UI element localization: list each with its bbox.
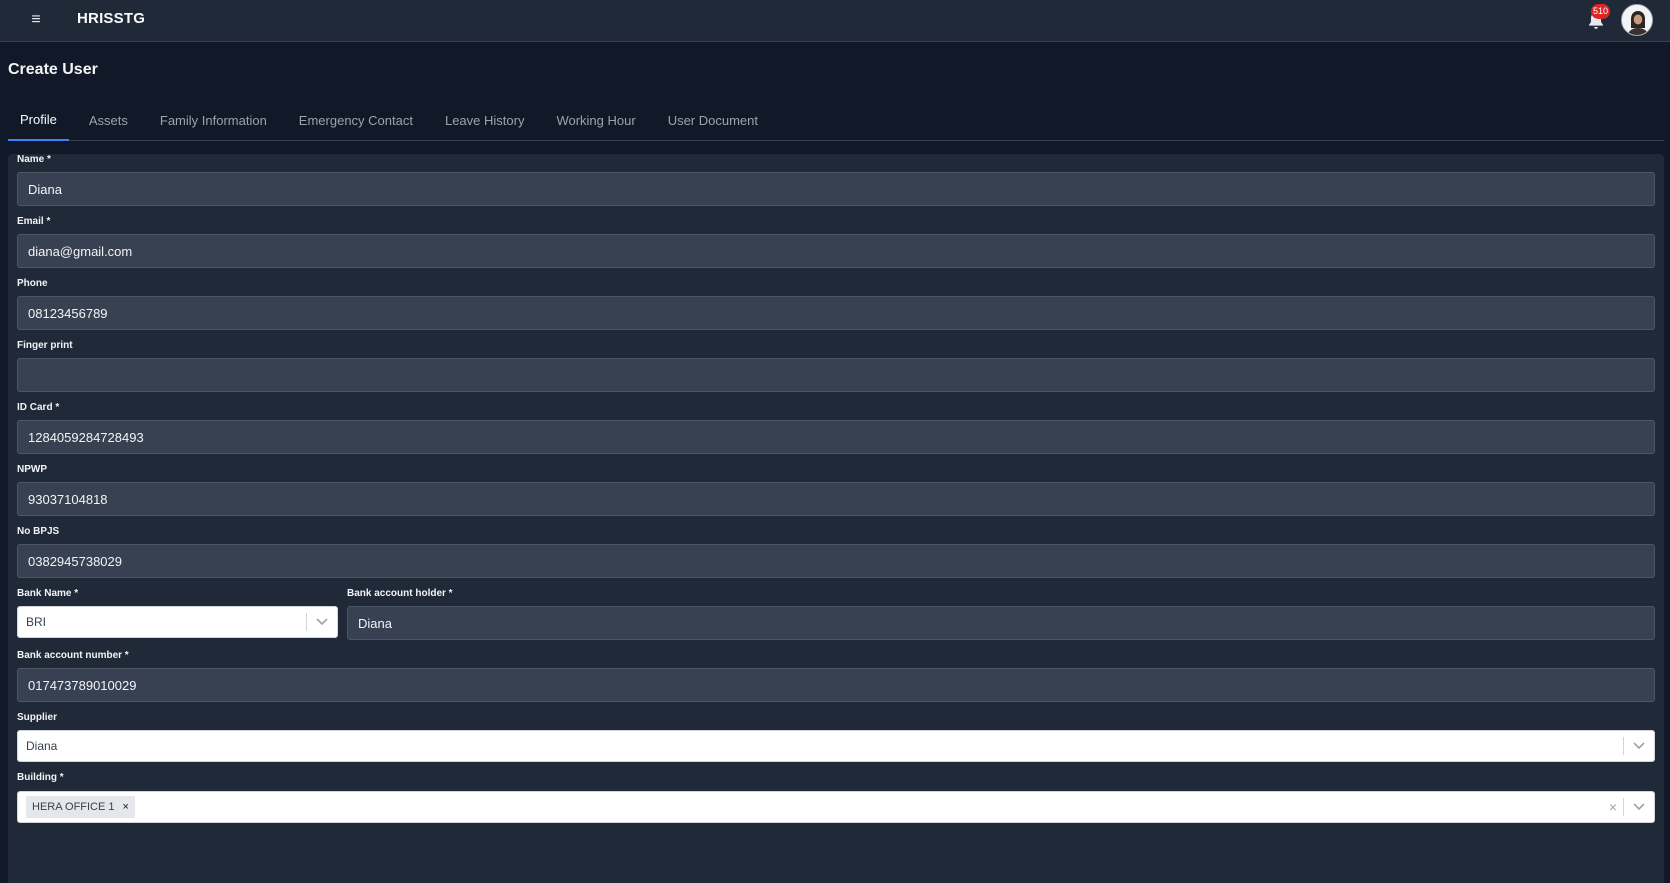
finger-print-input[interactable]: [17, 358, 1655, 392]
supplier-value: Diana: [26, 739, 58, 753]
notification-badge: 510: [1591, 4, 1611, 19]
user-avatar[interactable]: [1621, 4, 1653, 36]
finger-print-label: Finger print: [17, 340, 73, 351]
remove-chip-icon[interactable]: ×: [123, 801, 129, 813]
tab-leave-history[interactable]: Leave History: [433, 100, 536, 141]
close-icon[interactable]: ×: [1603, 792, 1623, 822]
phone-label: Phone: [17, 278, 48, 289]
no-bpjs-label: No BPJS: [17, 526, 60, 537]
npwp-label: NPWP: [17, 464, 47, 475]
bank-name-label: Bank Name *: [17, 588, 79, 599]
top-navbar: ≡ HRISSTG 510: [0, 0, 1670, 42]
npwp-input[interactable]: [17, 482, 1655, 516]
id-card-input[interactable]: [17, 420, 1655, 454]
bank-name-value: BRI: [26, 615, 47, 629]
avatar-picture: [1622, 5, 1652, 35]
app-name: HRISSTG: [77, 10, 146, 27]
building-chip-label: HERA OFFICE 1: [32, 801, 115, 813]
tab-emergency-contact[interactable]: Emergency Contact: [287, 100, 425, 141]
user-form: Name * Email * Phone Finger print ID Car…: [8, 154, 1664, 883]
name-input[interactable]: [17, 172, 1655, 206]
name-label: Name *: [17, 154, 51, 165]
bank-name-select[interactable]: BRI: [17, 606, 338, 638]
bank-account-holder-label: Bank account holder *: [347, 588, 453, 599]
building-label: Building *: [17, 772, 64, 783]
email-label: Email *: [17, 216, 51, 227]
bank-account-holder-input[interactable]: [347, 606, 1655, 640]
tab-family-information[interactable]: Family Information: [148, 100, 279, 141]
tab-assets[interactable]: Assets: [77, 100, 140, 141]
building-multiselect[interactable]: HERA OFFICE 1 × ×: [17, 791, 1655, 823]
page-title: Create User: [8, 61, 98, 78]
chevron-down-icon[interactable]: [307, 607, 337, 637]
hamburger-menu-icon[interactable]: ≡: [26, 10, 46, 30]
tab-working-hour[interactable]: Working Hour: [544, 100, 647, 141]
email-input[interactable]: [17, 234, 1655, 268]
profile-tabs: Profile Assets Family Information Emerge…: [8, 100, 1664, 141]
no-bpjs-input[interactable]: [17, 544, 1655, 578]
building-chip: HERA OFFICE 1 ×: [26, 796, 135, 818]
chevron-down-icon[interactable]: [1624, 792, 1654, 822]
tab-profile[interactable]: Profile: [8, 100, 69, 141]
bank-account-number-label: Bank account number *: [17, 650, 129, 661]
chevron-down-icon[interactable]: [1624, 731, 1654, 761]
supplier-label: Supplier: [17, 712, 58, 723]
building-chips: HERA OFFICE 1 ×: [18, 796, 1603, 818]
supplier-select[interactable]: Diana: [17, 730, 1655, 762]
id-card-label: ID Card *: [17, 402, 60, 413]
bank-account-number-input[interactable]: [17, 668, 1655, 702]
tab-user-document[interactable]: User Document: [656, 100, 770, 141]
phone-input[interactable]: [17, 296, 1655, 330]
